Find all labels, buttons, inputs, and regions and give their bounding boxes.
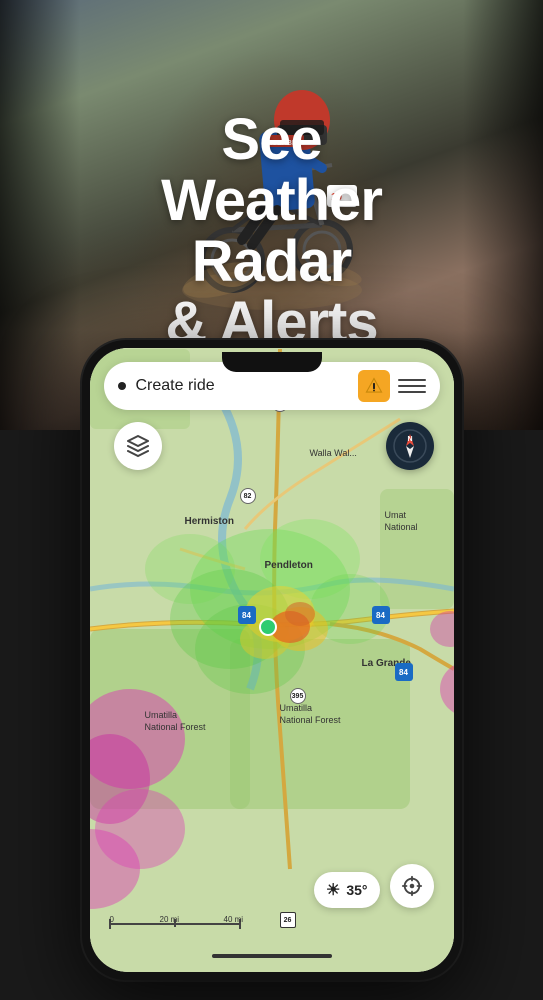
shield-26: 26 [280,912,296,928]
layers-icon [126,434,150,458]
scale-label-20: 20 mi [160,915,180,924]
scale-label-0: 0 [110,915,114,924]
warning-icon[interactable] [358,370,390,402]
menu-line-1 [398,379,426,381]
phone-screen: Walla Wal... Hermiston Pendleton La Gran… [90,348,454,972]
scale-label-40: 40 mi [224,915,244,924]
compass[interactable]: N [386,422,434,470]
phone-mockup: Walla Wal... Hermiston Pendleton La Gran… [82,340,462,980]
shield-84-mid: 84 [238,606,256,624]
shield-84-right: 84 [372,606,390,624]
menu-line-3 [398,391,426,393]
shield-395-bottom: 395 [290,688,306,704]
compass-icon: N [392,428,428,464]
svg-text:N: N [407,436,412,443]
layers-button[interactable] [114,422,162,470]
menu-button[interactable] [398,372,426,400]
location-icon [401,875,423,897]
phone-home-indicator [212,954,332,958]
svg-text:ACERBIS: ACERBIS [267,140,299,147]
weather-sun-icon: ☀ [326,880,340,900]
map-background: Walla Wal... Hermiston Pendleton La Gran… [90,348,454,972]
shield-82: 82 [240,488,256,504]
location-button[interactable] [390,864,434,908]
topbar-dot [118,382,126,390]
rider-illustration: 10 ACERBIS [172,30,372,310]
phone-notch [222,352,322,372]
weather-temp-button[interactable]: ☀ 35° [314,872,380,908]
menu-line-2 [398,385,426,387]
shield-84-grande: 84 [395,663,413,681]
svg-text:10: 10 [331,192,343,203]
phone-frame: Walla Wal... Hermiston Pendleton La Gran… [82,340,462,980]
topbar-title: Create ride [136,377,358,395]
weather-temp-value: 35° [346,882,367,898]
